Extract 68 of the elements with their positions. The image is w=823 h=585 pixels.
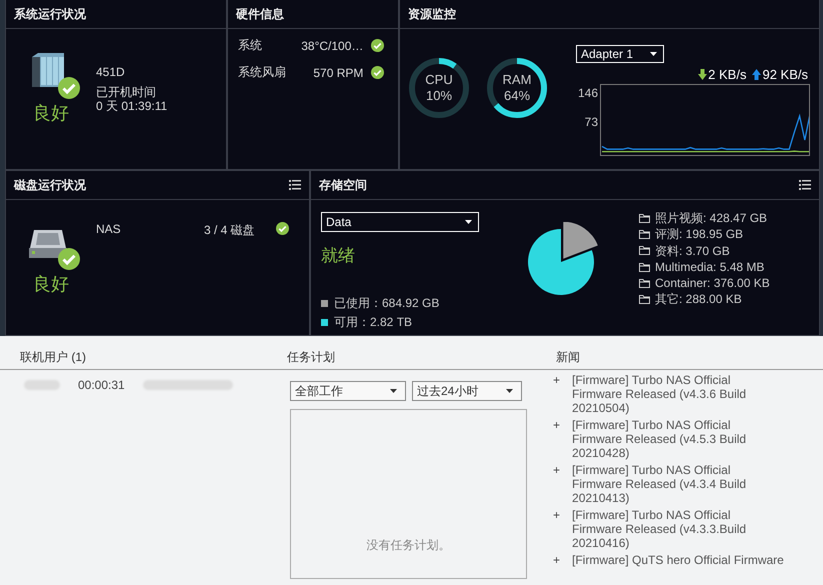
folder-icon: [639, 262, 650, 272]
volume-dropdown[interactable]: Data: [321, 212, 479, 232]
expand-icon[interactable]: +: [553, 463, 560, 505]
gauge-reading: 64%: [504, 88, 530, 104]
news-link[interactable]: [Firmware] Turbo NAS Official Firmware Released (v4.5.3 Build 20210428): [572, 418, 762, 460]
gauge-reading: 10%: [426, 88, 452, 104]
session-duration: 00:00:31: [78, 378, 125, 392]
expand-icon[interactable]: +: [553, 508, 560, 550]
sensor-value: 570 RPM: [313, 66, 364, 80]
news-link[interactable]: [Firmware] Turbo NAS Official Firmware Released (v4.3.6 Build 20210504): [572, 373, 762, 415]
check-badge-icon: [58, 248, 80, 270]
folder-icon: [639, 214, 650, 223]
panel-title: 系统运行状况: [14, 6, 86, 22]
panel-title: 资源监控: [408, 6, 456, 22]
uptime-label: 已开机时间: [96, 85, 157, 99]
folder-icon: [639, 246, 650, 256]
gauge-label: CPU: [425, 72, 453, 88]
expand-icon[interactable]: +: [553, 418, 560, 460]
folder-icon: [639, 278, 650, 288]
disk-count: 3 / 4 磁盘: [204, 222, 256, 239]
legend-label: 已使用：684.92 GB: [334, 295, 440, 312]
list-menu-icon[interactable]: [289, 180, 301, 190]
caret-icon: [506, 389, 513, 393]
folder-usage: 照片视频: 428.47 GB: [655, 210, 768, 226]
caret-icon: [650, 52, 657, 56]
news-link[interactable]: [Firmware] Turbo NAS Official Firmware Released (v4.3.4 Build 20210413): [572, 463, 762, 505]
download-arrow-icon: [698, 69, 708, 80]
sensor-value: 38°C/100…: [301, 38, 364, 52]
folder-usage: Container: 376.00 KB: [655, 275, 770, 292]
folder-icon: [639, 230, 650, 239]
section-title: 任务计划: [286, 349, 335, 366]
volume-status: 就绪: [321, 245, 356, 267]
upload-rate: 92 KB/s: [752, 67, 808, 82]
caret-icon: [390, 389, 397, 393]
axis-tick-label: 73: [584, 114, 598, 129]
axis-tick-label: 146: [578, 86, 598, 100]
status-text: 良好: [33, 102, 69, 125]
panel-title: 磁盘运行状况: [14, 176, 86, 194]
empty-message: 没有任务计划。: [366, 537, 450, 554]
sensor-label: 系统: [238, 37, 262, 54]
check-badge-icon: [58, 77, 80, 99]
gauge-label: RAM: [502, 72, 532, 88]
folder-usage: 评测: 198.95 GB: [655, 226, 744, 243]
folder-usage: 其它: 288.00 KB: [655, 291, 742, 308]
filter-dropdown[interactable]: 过去24小时: [412, 381, 522, 401]
section-title: 联机用户 (1): [19, 349, 86, 366]
volume-name: NAS: [96, 222, 122, 236]
status-text: 良好: [33, 273, 69, 296]
news-link[interactable]: [Firmware] QuTS hero Official Firmware: [572, 553, 784, 567]
news-link[interactable]: [Firmware] Turbo NAS Official Firmware Released (v4.3.3.Build 20210416): [572, 508, 762, 550]
panel-title: 存储空间: [319, 176, 367, 194]
legend-label: 可用：2.82 TB: [334, 314, 412, 331]
expand-icon[interactable]: +: [553, 373, 560, 415]
filter-dropdown[interactable]: 全部工作: [290, 381, 406, 401]
model-name: 451D: [96, 65, 126, 79]
expand-icon[interactable]: +: [553, 553, 560, 567]
panel-title: 硬件信息: [236, 6, 284, 22]
folder-icon: [639, 295, 650, 304]
folder-usage: Multimedia: 5.48 MB: [655, 258, 764, 276]
download-rate: 2 KB/s: [698, 67, 746, 82]
sensor-label: 系统风扇: [238, 64, 286, 81]
uptime-value: 0 天 01:39:11: [96, 99, 168, 113]
section-title: 新闻: [555, 349, 580, 366]
folder-usage: 资料: 3.70 GB: [655, 242, 730, 259]
caret-icon: [465, 220, 472, 224]
upload-arrow-icon: [752, 69, 762, 80]
list-menu-icon[interactable]: [799, 180, 811, 190]
adapter-dropdown[interactable]: Adapter 1: [576, 45, 664, 63]
